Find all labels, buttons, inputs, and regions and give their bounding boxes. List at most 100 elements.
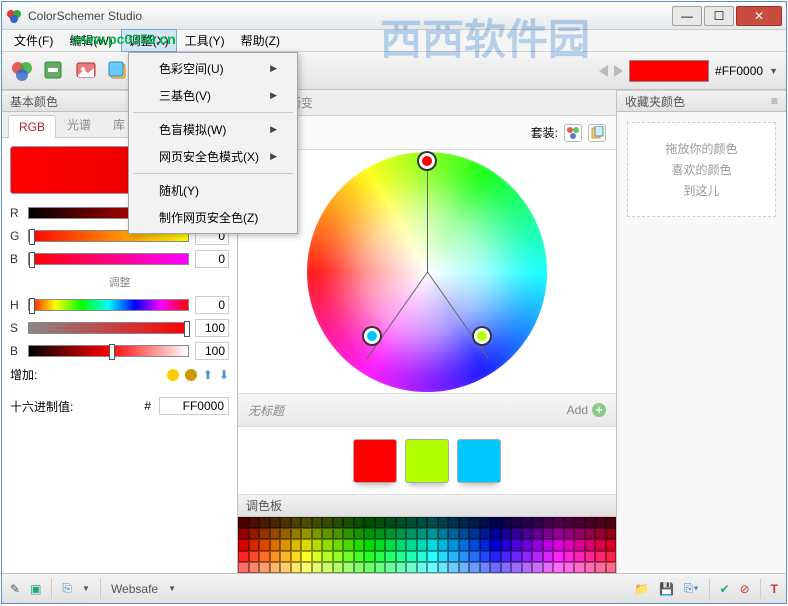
add-down-icon[interactable]: ⬇ xyxy=(219,368,229,382)
palette-cell[interactable] xyxy=(280,517,291,528)
palette-cell[interactable] xyxy=(375,528,386,539)
s-value[interactable] xyxy=(195,319,229,337)
palette-cell[interactable] xyxy=(595,551,606,562)
palette-cell[interactable] xyxy=(238,517,249,528)
palette-cell[interactable] xyxy=(322,539,333,550)
b-value[interactable] xyxy=(195,250,229,268)
add-scheme-button[interactable]: Add + xyxy=(567,403,606,417)
palette-cell[interactable] xyxy=(427,517,438,528)
palette-cell[interactable] xyxy=(406,539,417,550)
palette-cell[interactable] xyxy=(333,539,344,550)
palette-cell[interactable] xyxy=(595,539,606,550)
palette-cell[interactable] xyxy=(480,528,491,539)
palette-cell[interactable] xyxy=(522,562,533,573)
palette-cell[interactable] xyxy=(375,539,386,550)
palette-cell[interactable] xyxy=(585,517,596,528)
palette-cell[interactable] xyxy=(532,551,543,562)
palette-cell[interactable] xyxy=(417,539,428,550)
palette-cell[interactable] xyxy=(564,562,575,573)
menu-make-websafe[interactable]: 制作网页安全色(Z) xyxy=(131,204,295,231)
nav-forward-button[interactable] xyxy=(614,65,623,77)
wheel-node-3[interactable] xyxy=(474,328,490,344)
palette-cell[interactable] xyxy=(448,517,459,528)
palette-cell[interactable] xyxy=(417,528,428,539)
palette-cell[interactable] xyxy=(364,562,375,573)
palette-cell[interactable] xyxy=(322,517,333,528)
palette-cell[interactable] xyxy=(469,562,480,573)
palette-cell[interactable] xyxy=(438,551,449,562)
palette-cell[interactable] xyxy=(522,528,533,539)
palette-cell[interactable] xyxy=(238,528,249,539)
palette-cell[interactable] xyxy=(417,562,428,573)
palette-cell[interactable] xyxy=(564,517,575,528)
palette-cell[interactable] xyxy=(511,517,522,528)
palette-cell[interactable] xyxy=(312,517,323,528)
palette-cell[interactable] xyxy=(606,528,617,539)
palette-cell[interactable] xyxy=(259,517,270,528)
palette-cell[interactable] xyxy=(448,528,459,539)
palette-cell[interactable] xyxy=(375,551,386,562)
palette-cell[interactable] xyxy=(459,551,470,562)
palette-cell[interactable] xyxy=(385,562,396,573)
palette-cell[interactable] xyxy=(249,517,260,528)
palette-cell[interactable] xyxy=(480,551,491,562)
add-yellow-icon[interactable] xyxy=(167,369,179,381)
add-orange-icon[interactable] xyxy=(185,369,197,381)
gallery-icon[interactable] xyxy=(106,59,130,83)
palette-cell[interactable] xyxy=(280,551,291,562)
eyedropper-icon[interactable]: ✎ xyxy=(10,582,20,596)
palette-cell[interactable] xyxy=(312,551,323,562)
palette-cell[interactable] xyxy=(522,517,533,528)
palette-cell[interactable] xyxy=(511,562,522,573)
palette-cell[interactable] xyxy=(606,539,617,550)
palette-cell[interactable] xyxy=(595,562,606,573)
palette-cell[interactable] xyxy=(438,528,449,539)
maximize-button[interactable]: ☐ xyxy=(704,6,734,26)
palette-cell[interactable] xyxy=(553,517,564,528)
palette-cell[interactable] xyxy=(469,539,480,550)
palette-cell[interactable] xyxy=(459,528,470,539)
palette-grid[interactable] xyxy=(238,517,616,573)
palette-cell[interactable] xyxy=(354,517,365,528)
palette-cell[interactable] xyxy=(270,528,281,539)
palette-cell[interactable] xyxy=(364,517,375,528)
palette-cell[interactable] xyxy=(574,528,585,539)
palette-cell[interactable] xyxy=(406,517,417,528)
palette-cell[interactable] xyxy=(448,562,459,573)
palette-cell[interactable] xyxy=(543,517,554,528)
favorites-menu-icon[interactable]: ≡ xyxy=(771,94,778,108)
palette-cell[interactable] xyxy=(249,562,260,573)
palette-cell[interactable] xyxy=(301,539,312,550)
hex-input[interactable] xyxy=(159,397,229,415)
image-icon[interactable] xyxy=(74,59,98,83)
palette-cell[interactable] xyxy=(564,551,575,562)
palette-cell[interactable] xyxy=(259,528,270,539)
palette-cell[interactable] xyxy=(291,528,302,539)
s-slider[interactable] xyxy=(28,322,189,334)
palette-cell[interactable] xyxy=(333,551,344,562)
palette-cell[interactable] xyxy=(501,539,512,550)
palette-cell[interactable] xyxy=(459,562,470,573)
copy-icon[interactable]: ⎘ xyxy=(62,581,72,596)
palette-cell[interactable] xyxy=(480,539,491,550)
export-icon[interactable]: ⎘▾ xyxy=(684,581,699,596)
mixer-icon[interactable] xyxy=(10,59,34,83)
palette-cell[interactable] xyxy=(427,528,438,539)
palette-cell[interactable] xyxy=(532,517,543,528)
palette-cell[interactable] xyxy=(490,551,501,562)
palette-cell[interactable] xyxy=(585,539,596,550)
palette-cell[interactable] xyxy=(343,517,354,528)
palette-cell[interactable] xyxy=(469,517,480,528)
palette-cell[interactable] xyxy=(501,528,512,539)
palette-cell[interactable] xyxy=(270,562,281,573)
menu-edit[interactable]: 编辑(W) xyxy=(61,29,120,52)
palette-cell[interactable] xyxy=(574,517,585,528)
palette-cell[interactable] xyxy=(427,562,438,573)
wheel-node-2[interactable] xyxy=(364,328,380,344)
websafe-dropdown-icon[interactable]: ▼ xyxy=(168,584,176,593)
palette-cell[interactable] xyxy=(312,528,323,539)
palette-cell[interactable] xyxy=(406,562,417,573)
palette-cell[interactable] xyxy=(543,539,554,550)
palette-cell[interactable] xyxy=(459,517,470,528)
palette-cell[interactable] xyxy=(532,539,543,550)
